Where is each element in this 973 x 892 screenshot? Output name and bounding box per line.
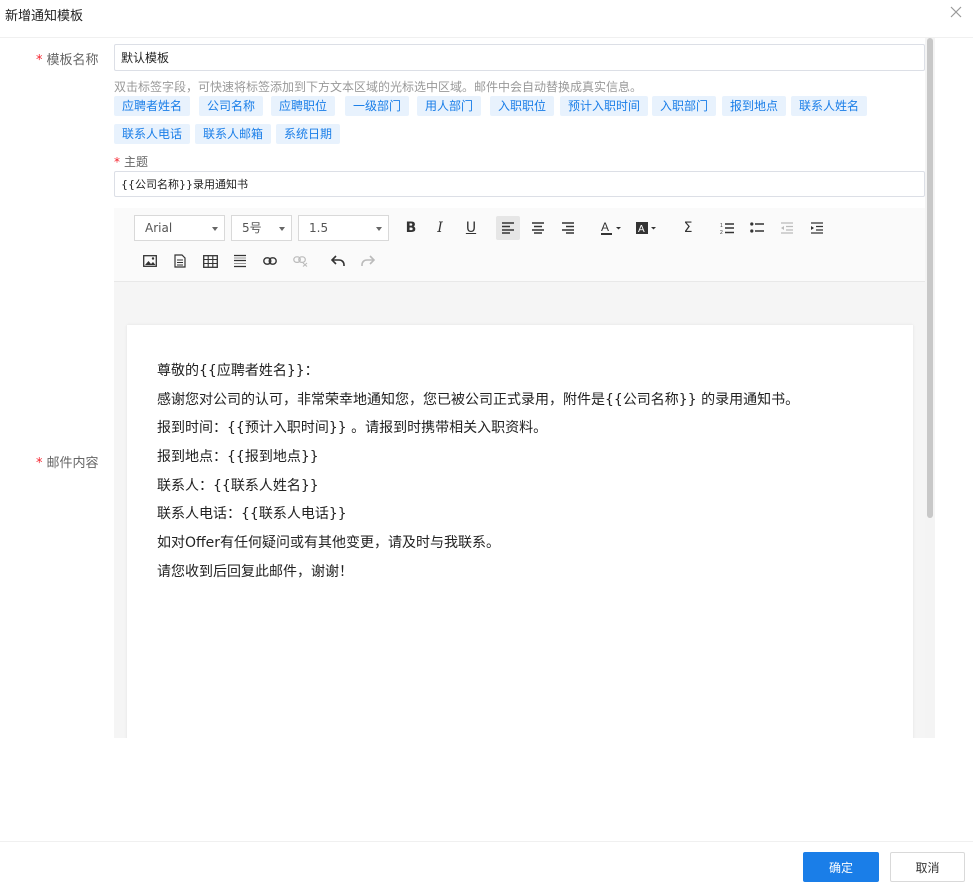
tag-onboarding-department[interactable]: 入职部门 bbox=[652, 96, 717, 116]
tag-onboarding-position[interactable]: 入职职位 bbox=[490, 96, 555, 116]
font-color-icon[interactable]: A bbox=[598, 216, 626, 240]
background-color-icon[interactable]: A bbox=[633, 216, 661, 240]
formula-icon[interactable]: Σ bbox=[676, 216, 700, 240]
rich-text-editor: Arial 5号 1.5 B I U A A Σ 1 2 尊敬的{{应聘者姓名}… bbox=[114, 208, 925, 738]
tag-contact-email[interactable]: 联系人邮箱 bbox=[195, 124, 272, 144]
close-icon[interactable] bbox=[948, 4, 964, 20]
unordered-list-icon[interactable] bbox=[745, 216, 769, 240]
form-area: *模板名称 双击标签字段，可快速将标签添加到下方文本区域的光标选中区域。邮件中会… bbox=[0, 38, 925, 738]
tag-level1-department[interactable]: 一级部门 bbox=[345, 96, 410, 116]
svg-text:1: 1 bbox=[720, 223, 723, 229]
chevron-down-icon bbox=[212, 227, 218, 231]
dialog-title: 新增通知模板 bbox=[5, 9, 84, 24]
cancel-button[interactable]: 取消 bbox=[890, 852, 965, 882]
link-icon[interactable] bbox=[258, 249, 282, 273]
font-family-select[interactable]: Arial bbox=[134, 215, 225, 241]
chevron-down-icon bbox=[376, 227, 382, 231]
align-left-icon[interactable] bbox=[496, 216, 520, 240]
tag-applicant-name[interactable]: 应聘者姓名 bbox=[114, 96, 191, 116]
tag-system-date[interactable]: 系统日期 bbox=[276, 124, 341, 144]
tag-expected-onboarding-time[interactable]: 预计入职时间 bbox=[560, 96, 649, 116]
scrollbar-track[interactable] bbox=[925, 38, 935, 738]
horizontal-rule-icon[interactable] bbox=[228, 249, 252, 273]
footer-divider bbox=[0, 841, 973, 842]
content-line: 感谢您对公司的认可，非常荣幸地通知您，您已被公司正式录用，附件是{{公司名称}}… bbox=[157, 392, 800, 408]
svg-text:A: A bbox=[638, 224, 645, 235]
redo-icon[interactable] bbox=[356, 249, 380, 273]
font-size-select[interactable]: 5号 bbox=[231, 215, 292, 241]
tag-contact-name[interactable]: 联系人姓名 bbox=[791, 96, 868, 116]
content-line: 尊敬的{{应聘者姓名}}： bbox=[157, 363, 319, 379]
bold-icon[interactable]: B bbox=[399, 216, 423, 240]
template-name-label: * 模板名称 bbox=[36, 53, 99, 68]
chevron-down-icon bbox=[279, 227, 285, 231]
content-line: 请您收到后回复此邮件，谢谢！ bbox=[157, 564, 353, 580]
content-line: 联系人：{{联系人姓名}} bbox=[157, 478, 319, 494]
underline-icon[interactable]: U bbox=[459, 216, 483, 240]
required-mark: * bbox=[114, 155, 120, 169]
font-family-value: Arial bbox=[145, 221, 173, 235]
svg-text:2: 2 bbox=[720, 230, 723, 235]
tag-applied-position[interactable]: 应聘职位 bbox=[271, 96, 336, 116]
tag-hint: 双击标签字段，可快速将标签添加到下方文本区域的光标选中区域。邮件中会自动替换成真… bbox=[114, 80, 643, 94]
line-height-select[interactable]: 1.5 bbox=[298, 215, 389, 241]
dialog-header: 新增通知模板 bbox=[0, 0, 973, 30]
outdent-icon[interactable] bbox=[775, 216, 799, 240]
editor-document[interactable]: 尊敬的{{应聘者姓名}}： 感谢您对公司的认可，非常荣幸地通知您，您已被公司正式… bbox=[127, 325, 913, 738]
undo-icon[interactable] bbox=[326, 249, 350, 273]
template-name-input[interactable] bbox=[114, 44, 925, 71]
content-line: 如对Offer有任何疑问或有其他变更，请及时与我联系。 bbox=[157, 535, 501, 551]
ordered-list-icon[interactable]: 12 bbox=[715, 216, 739, 240]
required-mark: * bbox=[36, 456, 43, 471]
subject-label: * 主题 bbox=[114, 155, 149, 169]
content-line: 联系人电话：{{联系人电话}} bbox=[157, 506, 347, 522]
italic-icon[interactable]: I bbox=[428, 216, 452, 240]
image-icon[interactable] bbox=[138, 249, 162, 273]
table-icon[interactable] bbox=[198, 249, 222, 273]
content-label: * 邮件内容 bbox=[36, 456, 99, 471]
tag-hiring-department[interactable]: 用人部门 bbox=[417, 96, 482, 116]
tag-company-name[interactable]: 公司名称 bbox=[199, 96, 264, 116]
content-line: 报到地点：{{报到地点}} bbox=[157, 449, 319, 465]
svg-text:A: A bbox=[601, 220, 609, 234]
content-line: 报到时间：{{预计入职时间}} 。请报到时携带相关入职资料。 bbox=[157, 420, 548, 436]
font-size-value: 5号 bbox=[242, 221, 262, 235]
tag-report-location[interactable]: 报到地点 bbox=[722, 96, 787, 116]
align-center-icon[interactable] bbox=[526, 216, 550, 240]
tag-contact-phone[interactable]: 联系人电话 bbox=[114, 124, 191, 144]
line-height-value: 1.5 bbox=[309, 221, 329, 235]
indent-icon[interactable] bbox=[805, 216, 829, 240]
align-right-icon[interactable] bbox=[556, 216, 580, 240]
confirm-button[interactable]: 确定 bbox=[803, 852, 879, 882]
subject-input[interactable] bbox=[114, 171, 925, 197]
required-mark: * bbox=[36, 53, 43, 68]
unlink-icon[interactable] bbox=[288, 249, 312, 273]
editor-toolbar: Arial 5号 1.5 B I U A A Σ 1 2 bbox=[114, 208, 925, 282]
attachment-icon[interactable] bbox=[168, 249, 192, 273]
scrollbar-thumb[interactable] bbox=[927, 38, 933, 518]
